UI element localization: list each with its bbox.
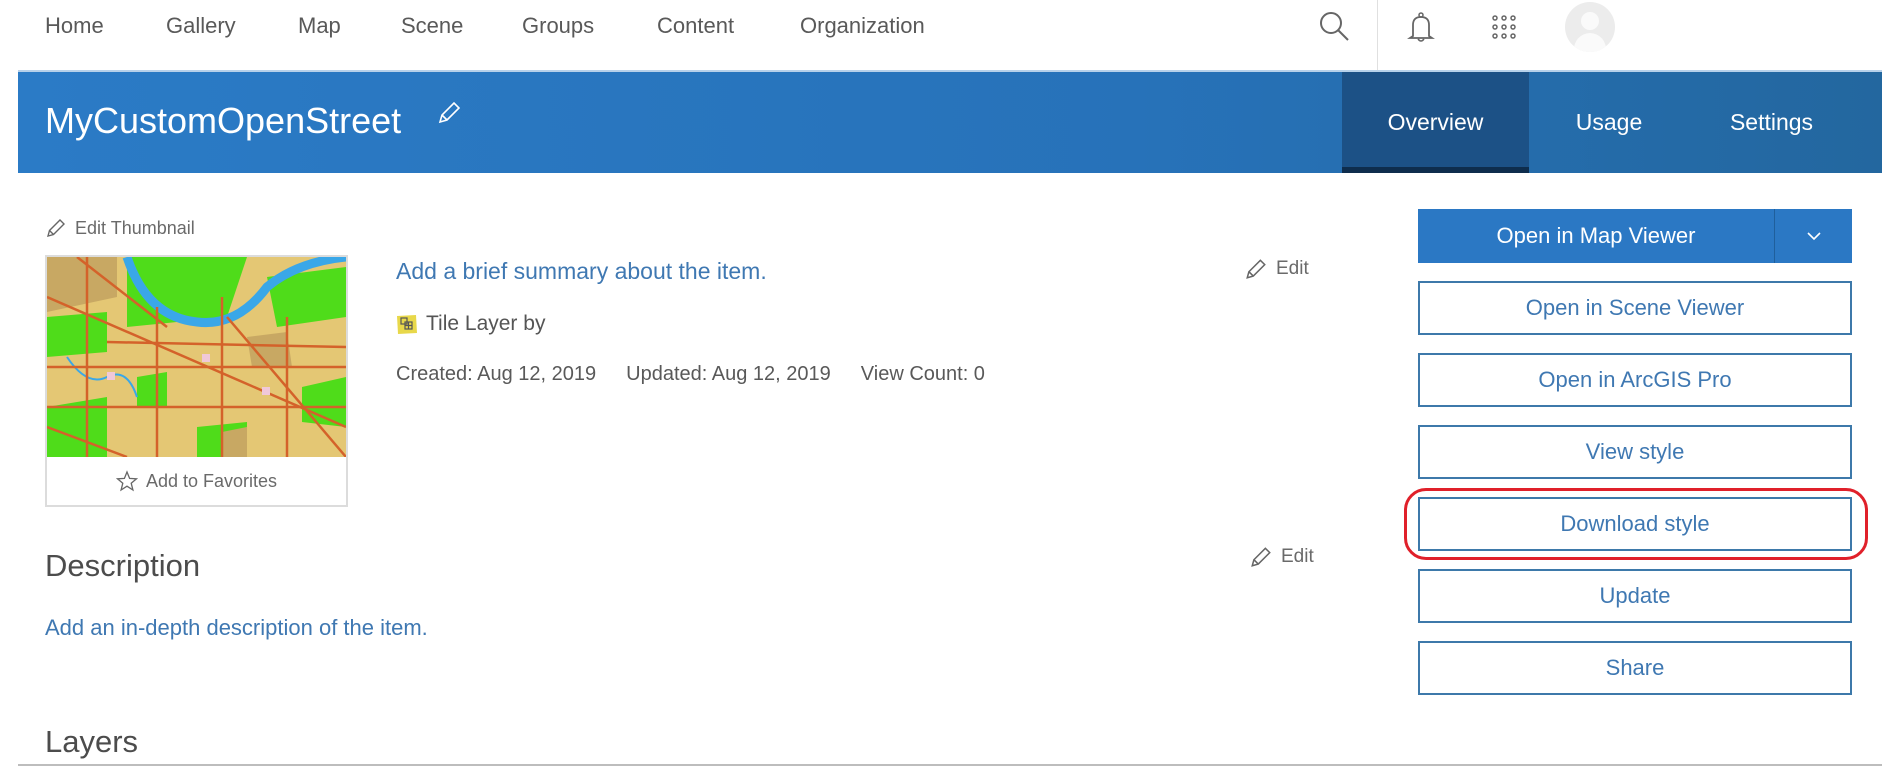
button-label: Share (1605, 655, 1665, 680)
download-style-button[interactable]: Download style (1418, 497, 1852, 551)
tab-settings-label: Settings (1729, 109, 1814, 135)
updated-date: Updated: Aug 12, 2019 (626, 363, 831, 385)
button-label: Open in ArcGIS Pro (1538, 367, 1732, 392)
edit-summary-label: Edit (1276, 258, 1309, 279)
thumbnail-card: Add to Favorites (45, 255, 348, 507)
layers-heading: Layers (45, 724, 139, 759)
edit-thumbnail-link[interactable]: Edit Thumbnail (45, 217, 195, 239)
description-heading: Description (45, 548, 201, 583)
item-header-banner: MyCustomOpenStreet Overview Usage Settin… (18, 70, 1882, 173)
item-title: MyCustomOpenStreet (45, 100, 402, 141)
nav-home[interactable]: Home (45, 13, 104, 39)
open-in-map-viewer-split-button: Open in Map Viewer (1418, 209, 1852, 263)
edit-thumbnail-label: Edit Thumbnail (75, 217, 195, 238)
description-placeholder-link[interactable]: Add an in-depth description of the item. (45, 615, 428, 641)
nav-groups[interactable]: Groups (522, 13, 594, 39)
button-label: Download style (1560, 511, 1710, 536)
nav-divider (1377, 0, 1378, 70)
thumbnail-map-image (47, 257, 346, 457)
edit-description-label: Edit (1281, 546, 1314, 567)
nav-scene[interactable]: Scene (401, 13, 463, 39)
chevron-down-icon (1806, 232, 1821, 241)
section-divider (18, 764, 1882, 766)
update-button[interactable]: Update (1418, 569, 1852, 623)
view-count: View Count: 0 (860, 363, 985, 385)
edit-description-link[interactable]: Edit (1249, 545, 1314, 569)
nav-content[interactable]: Content (657, 13, 734, 39)
tab-overview-label: Overview (1387, 109, 1484, 135)
pencil-icon (1246, 259, 1266, 279)
open-in-arcgis-pro-button[interactable]: Open in ArcGIS Pro (1418, 353, 1852, 407)
open-in-map-viewer-button[interactable]: Open in Map Viewer (1418, 209, 1774, 263)
pencil-icon (1251, 547, 1271, 567)
edit-summary-link[interactable]: Edit (1244, 257, 1309, 281)
tab-settings[interactable]: Settings (1689, 72, 1854, 173)
button-label: View style (1585, 439, 1685, 464)
summary-placeholder-link[interactable]: Add a brief summary about the item. (396, 258, 767, 285)
edit-title-pencil-icon[interactable] (436, 100, 462, 126)
apps-grid-icon[interactable] (1487, 10, 1521, 44)
add-to-favorites-button[interactable]: Add to Favorites (47, 457, 346, 505)
item-type-label: Tile Layer by (426, 312, 546, 335)
item-type-line: Tile Layer by (396, 312, 545, 336)
nav-organization[interactable]: Organization (800, 13, 925, 39)
created-date: Created: Aug 12, 2019 (396, 363, 597, 385)
add-to-favorites-label: Add to Favorites (145, 470, 278, 491)
search-icon[interactable] (1318, 10, 1352, 44)
star-icon (115, 470, 138, 492)
nav-gallery[interactable]: Gallery (166, 13, 236, 39)
tab-usage[interactable]: Usage (1529, 72, 1689, 173)
tab-overview[interactable]: Overview (1342, 72, 1529, 173)
open-in-scene-viewer-button[interactable]: Open in Scene Viewer (1418, 281, 1852, 335)
share-button[interactable]: Share (1418, 641, 1852, 695)
bell-icon[interactable] (1404, 10, 1438, 44)
tile-layer-icon (397, 315, 417, 334)
map-viewer-dropdown-button[interactable] (1775, 209, 1852, 263)
button-label: Open in Scene Viewer (1525, 295, 1745, 320)
button-label: Update (1599, 583, 1671, 608)
top-navigation: Home Gallery Map Scene Groups Content Or… (0, 0, 1900, 70)
user-avatar[interactable] (1565, 2, 1615, 52)
view-style-button[interactable]: View style (1418, 425, 1852, 479)
item-metadata: Created: Aug 12, 2019 Updated: Aug 12, 2… (396, 363, 985, 386)
nav-map[interactable]: Map (298, 13, 341, 39)
pencil-icon (47, 219, 65, 237)
tab-usage-label: Usage (1575, 109, 1643, 135)
